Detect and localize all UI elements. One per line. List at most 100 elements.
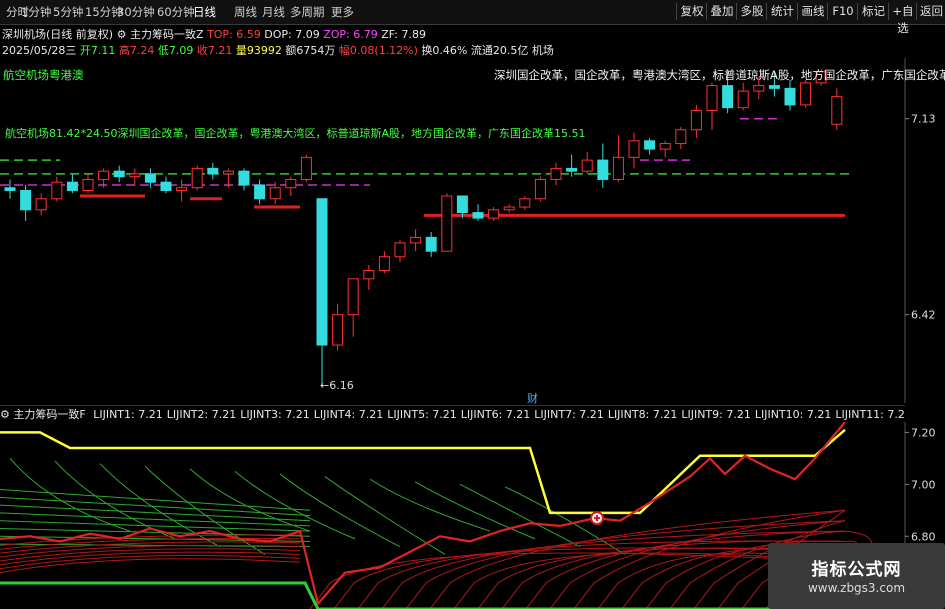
candle-body — [706, 85, 718, 111]
candle-body — [612, 156, 624, 180]
candle-body — [628, 140, 640, 158]
toolbar-button-6[interactable]: 标记 — [857, 3, 889, 20]
candle — [597, 143, 609, 188]
candle-body — [20, 189, 32, 211]
sub-y-tick-label-0: 7.20 — [911, 426, 936, 439]
toolbar-button-1[interactable]: 叠加 — [706, 3, 737, 20]
period-4[interactable]: 30分钟 — [117, 4, 155, 20]
candle — [113, 165, 125, 183]
toolbar-button-2[interactable]: 多股 — [736, 3, 767, 20]
candle — [706, 82, 718, 130]
candle-body — [98, 170, 110, 180]
candle — [129, 168, 141, 185]
fan-line-green-flat — [0, 512, 311, 527]
toolbar-button-0[interactable]: 复权 — [676, 3, 707, 20]
sub-value-5: LIJINT6: 7.21 — [460, 408, 531, 421]
toolbar-button-7[interactable]: +自选 — [888, 3, 917, 35]
candle — [254, 179, 266, 205]
quote-concept: 机场 — [531, 44, 554, 57]
quote-high: 高7.24 — [118, 44, 155, 57]
candle — [51, 176, 63, 202]
candle — [581, 151, 593, 174]
candle-body — [4, 187, 16, 191]
fan-line-red-left — [0, 558, 301, 574]
candle-body — [35, 198, 47, 211]
candle-body — [566, 167, 578, 172]
toolbar-button-5[interactable]: F10 — [827, 3, 858, 20]
watermark-url: www.zbgs3.com — [807, 581, 906, 595]
candle-body — [456, 195, 468, 214]
candle — [441, 193, 453, 252]
toolbar-button-8[interactable]: 返回 — [916, 3, 945, 20]
main-chart[interactable]: 7.136.42◇ — [0, 58, 945, 403]
candle — [612, 135, 624, 183]
stock-name[interactable]: 深圳机场(日线 前复权) — [2, 28, 113, 41]
candle — [82, 173, 94, 194]
candle-body — [519, 198, 531, 208]
fan-line-green — [369, 478, 491, 532]
candle-body — [144, 173, 156, 183]
period-8[interactable]: 月线 — [262, 4, 285, 20]
candle-body — [503, 206, 515, 211]
candle — [503, 204, 515, 213]
candle — [394, 240, 406, 263]
sub-y-tick-label-1: 7.00 — [911, 478, 936, 491]
candle-body — [129, 173, 141, 178]
candle-body — [753, 85, 765, 92]
candle — [690, 104, 702, 139]
line-main-red — [0, 422, 846, 607]
dop-value: DOP: 7.09 — [264, 28, 320, 41]
candle — [332, 303, 344, 351]
candle — [784, 80, 796, 111]
candle — [659, 140, 671, 158]
toolbar-button-4[interactable]: 画线 — [797, 3, 828, 20]
period-10[interactable]: 更多 — [331, 4, 354, 20]
gear-icon[interactable]: ⚙ — [0, 408, 10, 421]
candle — [300, 154, 312, 183]
sub-value-1: LIJINT2: 7.21 — [166, 408, 237, 421]
candle-body — [269, 187, 281, 200]
sub-value-4: LIJINT5: 7.21 — [387, 408, 457, 421]
candle-body — [378, 256, 390, 272]
period-5[interactable]: 60分钟 — [157, 4, 195, 20]
candle-body — [441, 195, 453, 252]
candle — [410, 229, 422, 252]
candle — [20, 184, 32, 221]
gear-icon[interactable]: ⚙ — [117, 28, 127, 41]
candle — [519, 196, 531, 210]
zf-value: ZF: 7.89 — [381, 28, 426, 41]
sub-value-3: LIJINT4: 7.21 — [313, 408, 384, 421]
low-price-label: ←6.16 — [320, 379, 354, 392]
candle-body — [207, 167, 219, 175]
period-9[interactable]: 多周期 — [290, 4, 325, 20]
candle — [4, 179, 16, 199]
toolbar-button-3[interactable]: 统计 — [766, 3, 798, 20]
fan-line-green — [9, 458, 131, 532]
period-6[interactable]: 日线 — [193, 4, 216, 20]
candle-body — [675, 129, 687, 145]
sub-value-10: LIJINT11: 7.21 — [835, 408, 905, 421]
period-2[interactable]: 5分钟 — [53, 4, 83, 20]
fan-line-red-left — [0, 541, 301, 554]
indicator-name[interactable]: 主力筹码一致Z — [130, 28, 204, 41]
toolbar: 分时 1分钟 5分钟 15分钟 30分钟 60分钟 日线 周线 月线 多周期 更多 复权 叠加 多股 统计画… — [0, 0, 945, 35]
finance-marker[interactable]: 财 — [527, 390, 538, 406]
candle-body — [316, 198, 328, 346]
candle-body — [472, 212, 484, 219]
quote-close: 收7.21 — [196, 44, 233, 57]
candle — [176, 179, 188, 202]
sub-value-0: LIJINT1: 7.21 — [93, 408, 163, 421]
candle-body — [690, 109, 702, 131]
candle — [550, 162, 562, 185]
candle-body — [254, 184, 266, 200]
candle-body — [66, 181, 78, 191]
candle-body — [768, 85, 780, 89]
period-7[interactable]: 周线 — [234, 4, 257, 20]
sub-indicator-name[interactable]: 主力筹码一致F — [13, 408, 85, 421]
candle-body — [722, 85, 734, 109]
period-1[interactable]: 1分钟 — [21, 4, 51, 20]
candle — [425, 231, 437, 257]
candle-body — [597, 159, 609, 180]
sub-values: LIJINT1: 7.21 LIJINT2: 7.21 LIJINT3: 7.21 L… — [89, 408, 905, 421]
fan-line-green — [144, 465, 266, 555]
